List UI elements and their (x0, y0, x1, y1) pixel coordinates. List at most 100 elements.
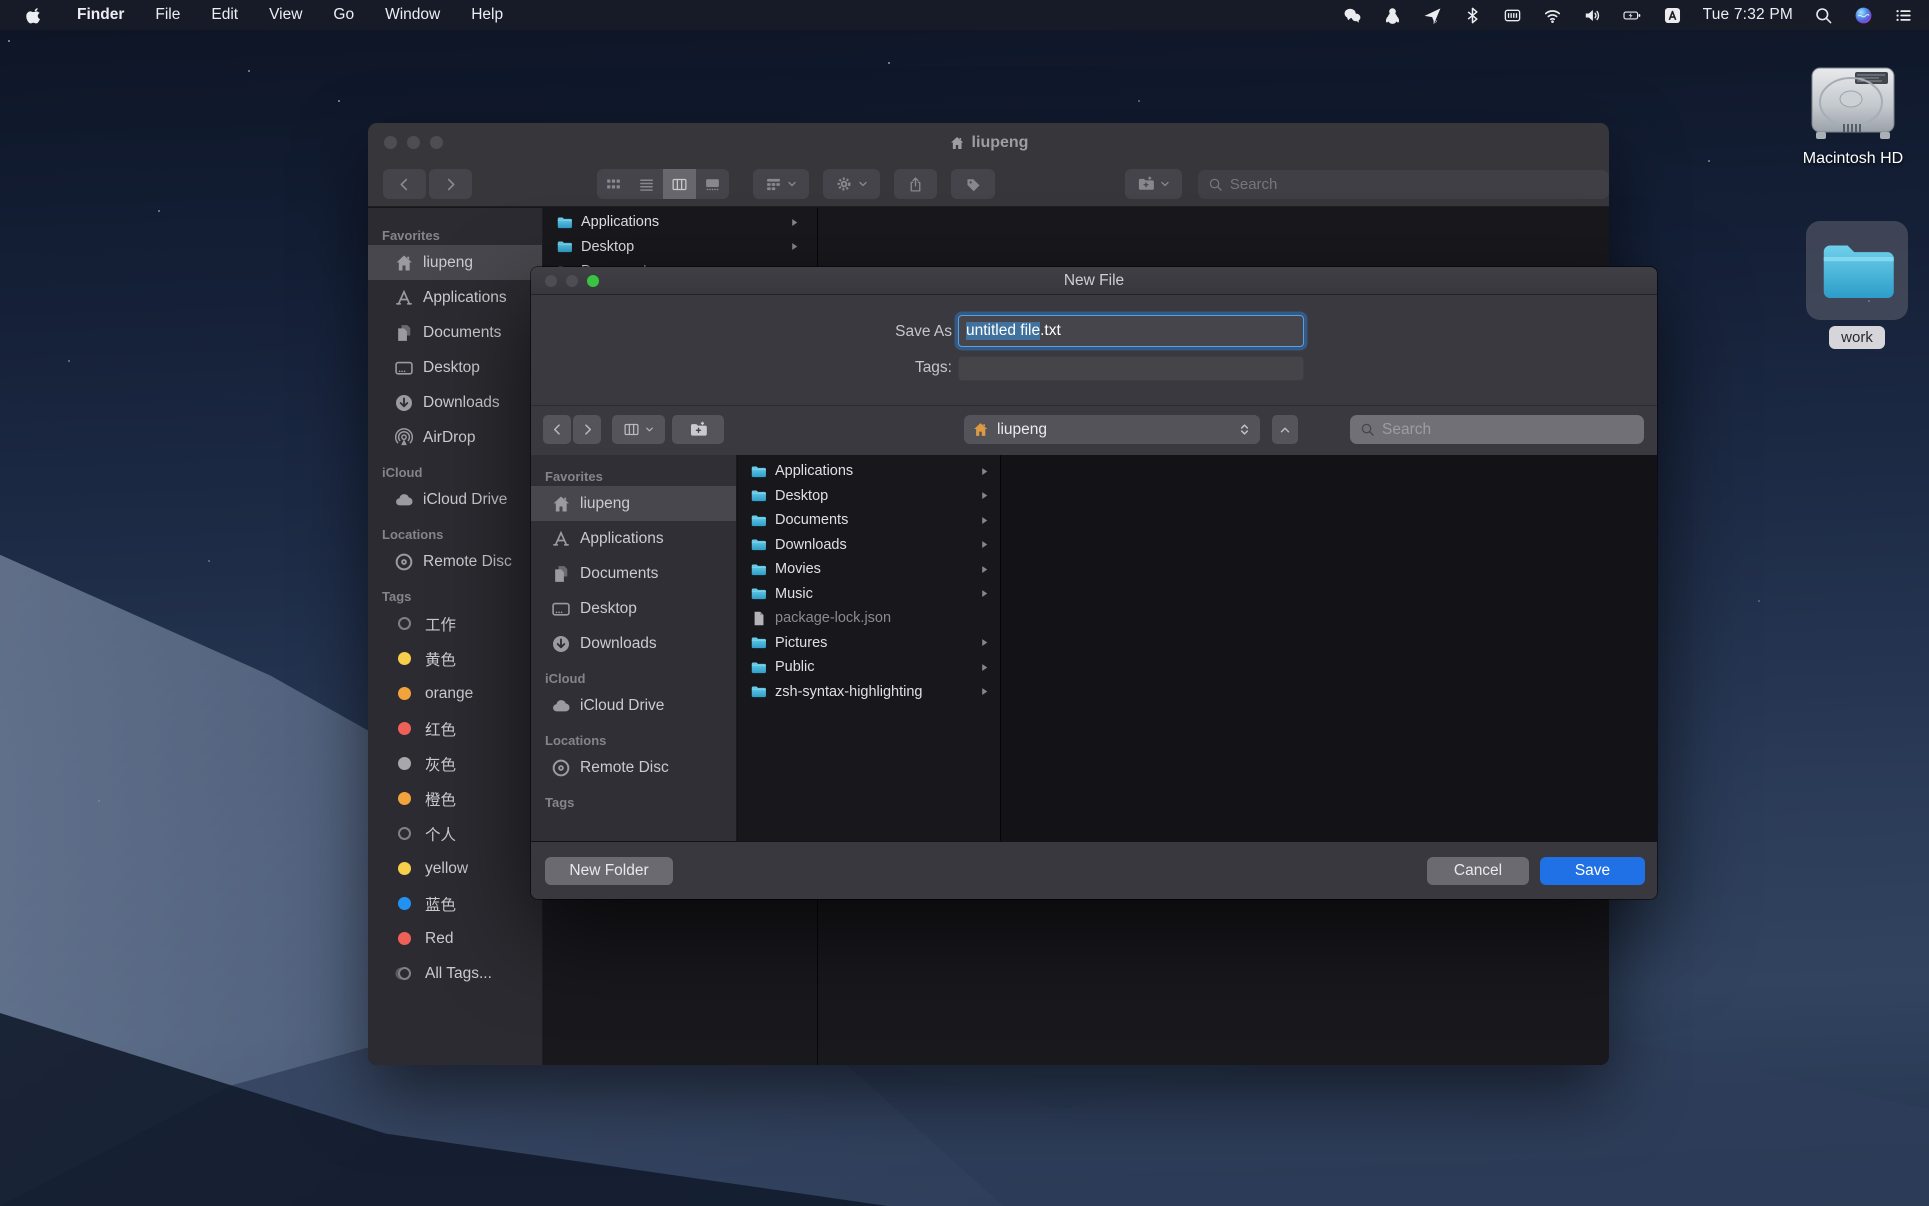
new-folder-button[interactable] (1125, 169, 1181, 199)
menu-item[interactable]: Window (385, 6, 440, 24)
sidebar-item[interactable]: Applications (531, 521, 736, 556)
file-row[interactable]: Desktop (544, 235, 816, 260)
wechat-icon[interactable] (1343, 6, 1362, 25)
sidebar-tag-item[interactable]: 灰色 (368, 746, 542, 781)
file-row[interactable]: Desktop (738, 484, 1000, 509)
location-label: liupeng (997, 421, 1047, 439)
view-columns-button[interactable] (663, 169, 696, 199)
dialog-search-field[interactable]: Search (1350, 415, 1644, 444)
forward-button[interactable] (429, 169, 472, 199)
file-name: Applications (775, 463, 853, 479)
action-gear-button[interactable] (823, 169, 879, 199)
tag-color-dot (398, 792, 411, 805)
file-row[interactable]: Pictures (738, 631, 1000, 656)
sidebar-item[interactable]: Desktop (368, 350, 542, 385)
view-columns-button[interactable] (612, 415, 665, 444)
sidebar-item[interactable]: Documents (531, 556, 736, 591)
sidebar-item[interactable]: liupeng (368, 245, 542, 280)
sidebar-tag-item[interactable]: 橙色 (368, 781, 542, 816)
sidebar-tag-item[interactable]: Red (368, 921, 542, 956)
battery-charging-icon[interactable] (1623, 6, 1642, 25)
menu-bar-clock[interactable]: Tue 7:32 PM (1703, 6, 1793, 24)
desktop-icon-work-folder[interactable] (1797, 228, 1917, 312)
sidebar-item[interactable]: Downloads (531, 626, 736, 661)
menu-item[interactable]: Finder (77, 6, 124, 24)
file-icon (750, 610, 767, 627)
sidebar-tag-item[interactable]: 工作 (368, 606, 542, 641)
tags-input[interactable] (958, 356, 1304, 381)
location-popup[interactable]: liupeng (964, 415, 1260, 444)
sidebar-item[interactable]: iCloud Drive (531, 688, 736, 723)
sidebar-tag-item[interactable]: orange (368, 676, 542, 711)
filename-input[interactable]: untitled file.txt (958, 315, 1304, 347)
input-source-icon[interactable] (1663, 6, 1682, 25)
spotlight-icon[interactable] (1814, 6, 1833, 25)
file-row[interactable]: Applications (738, 459, 1000, 484)
sidebar-item[interactable]: Documents (368, 315, 542, 350)
file-row[interactable]: Applications (544, 210, 816, 235)
menu-item[interactable]: File (155, 6, 180, 24)
menu-item[interactable]: Go (333, 6, 354, 24)
sidebar-item[interactable]: Applications (368, 280, 542, 315)
finder-window-chrome: liupeng (368, 123, 1609, 207)
sidebar-item[interactable]: Desktop (531, 591, 736, 626)
sidebar-item-icon (394, 358, 414, 378)
file-row[interactable]: Music (738, 582, 1000, 607)
bluetooth-icon[interactable] (1463, 6, 1482, 25)
view-grid-button[interactable] (597, 169, 630, 199)
file-row[interactable]: Documents (738, 508, 1000, 533)
desktop-icon-macintosh-hd[interactable]: Macintosh HD (1793, 62, 1913, 168)
wifi-icon[interactable] (1543, 6, 1562, 25)
sidebar-tag-item[interactable]: All Tags... (368, 956, 542, 991)
view-list-button[interactable] (630, 169, 663, 199)
back-button[interactable] (383, 169, 426, 199)
sidebar-tag-item[interactable]: 红色 (368, 711, 542, 746)
notification-center-icon[interactable] (1894, 6, 1913, 25)
sidebar-tag-label: 蓝色 (425, 893, 456, 915)
file-row[interactable]: Downloads (738, 533, 1000, 558)
menu-item[interactable]: Edit (211, 6, 238, 24)
menu-item[interactable]: View (269, 6, 302, 24)
file-row[interactable]: package-lock.json (738, 606, 1000, 631)
sidebar-tag-item[interactable]: yellow (368, 851, 542, 886)
tag-button[interactable] (951, 169, 996, 199)
search-placeholder: Search (1230, 176, 1278, 193)
qq-icon[interactable] (1383, 6, 1402, 25)
menu-item[interactable]: Help (471, 6, 503, 24)
home-icon (949, 135, 965, 151)
dialog-titlebar: New File (531, 267, 1657, 295)
new-folder-button[interactable]: New Folder (545, 857, 673, 885)
group-by-button[interactable] (753, 169, 809, 199)
file-row[interactable]: Movies (738, 557, 1000, 582)
sidebar-tag-item[interactable]: 个人 (368, 816, 542, 851)
sidebar-section-header: Locations (531, 723, 736, 750)
sidebar-item[interactable]: iCloud Drive (368, 482, 542, 517)
share-button[interactable] (894, 169, 937, 199)
paper-plane-icon[interactable] (1423, 6, 1442, 25)
finder-search-field[interactable]: Search (1198, 170, 1609, 199)
sidebar-item[interactable]: Remote Disc (531, 750, 736, 785)
back-button[interactable] (543, 415, 571, 444)
keyboard-icon[interactable] (1503, 6, 1522, 25)
sidebar-item-icon (551, 599, 571, 619)
sidebar-tag-item[interactable]: 黄色 (368, 641, 542, 676)
siri-icon[interactable] (1854, 6, 1873, 25)
sidebar-item[interactable]: Downloads (368, 385, 542, 420)
sidebar-item[interactable]: AirDrop (368, 420, 542, 455)
apple-logo-icon (26, 6, 43, 25)
file-row[interactable]: zsh-syntax-highlighting (738, 680, 1000, 705)
sidebar-tag-item[interactable]: 蓝色 (368, 886, 542, 921)
sidebar-item[interactable]: liupeng (531, 486, 736, 521)
collapse-button[interactable] (1272, 415, 1298, 444)
dialog-file-browser: Favorites liupeng Applications (531, 455, 1657, 841)
sidebar-item-label: Documents (423, 324, 501, 342)
forward-button[interactable] (573, 415, 601, 444)
cancel-button[interactable]: Cancel (1427, 857, 1529, 885)
volume-icon[interactable] (1583, 6, 1602, 25)
new-folder-toolbar-button[interactable] (672, 415, 724, 444)
view-gallery-button[interactable] (696, 169, 729, 199)
save-button[interactable]: Save (1540, 857, 1645, 885)
sidebar-item[interactable]: Remote Disc (368, 544, 542, 579)
file-row[interactable]: Public (738, 655, 1000, 680)
apple-menu[interactable] (26, 6, 43, 25)
